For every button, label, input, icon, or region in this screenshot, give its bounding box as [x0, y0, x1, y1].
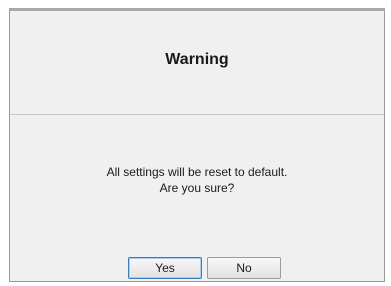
dialog-header: Warning — [10, 11, 384, 115]
no-button[interactable]: No — [207, 257, 281, 279]
yes-button[interactable]: Yes — [128, 257, 202, 279]
dialog-message: All settings will be reset to default. A… — [10, 164, 384, 196]
dialog-title: Warning — [165, 51, 229, 68]
message-line: Are you sure? — [159, 181, 235, 195]
message-line: All settings will be reset to default. — [106, 165, 288, 179]
warning-dialog: Warning All settings will be reset to de… — [9, 8, 385, 282]
dialog-button-row: Yes No — [10, 257, 384, 279]
